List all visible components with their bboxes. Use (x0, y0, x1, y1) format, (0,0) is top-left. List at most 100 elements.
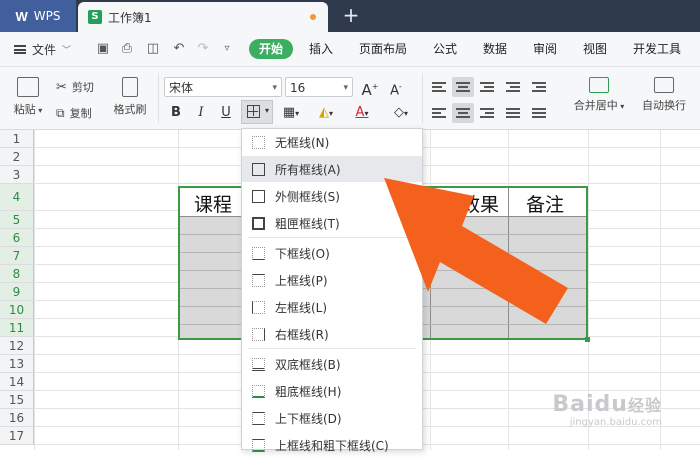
border-option[interactable]: 上框线(P) (242, 267, 422, 293)
header-cell-notes[interactable]: 备注 (526, 190, 564, 217)
header-cell-effect[interactable]: 术效果 (442, 190, 499, 217)
fill-color-icon[interactable]: ◭▾ (312, 103, 340, 123)
save-icon[interactable]: ▣ (94, 40, 112, 58)
fill-handle[interactable] (585, 337, 590, 342)
row-header[interactable]: 8 (0, 265, 34, 283)
document-tab[interactable]: S 工作簿1 (78, 2, 328, 32)
chevron-down-icon: ▾ (264, 106, 269, 115)
row-header[interactable]: 1 (0, 130, 34, 148)
increase-font-icon[interactable]: A+ (360, 77, 380, 99)
font-size-select[interactable]: 16 ▾ (285, 77, 353, 97)
document-title: 工作簿1 (108, 10, 152, 25)
format-painter-button[interactable]: 格式刷 (110, 77, 150, 117)
tab-data[interactable]: 数据 (478, 39, 512, 59)
border-style-icon (252, 273, 265, 287)
tab-developer[interactable]: 开发工具 (628, 39, 686, 59)
fill-pattern-icon[interactable]: ▦▾ (278, 103, 304, 123)
row-header[interactable]: 13 (0, 355, 34, 373)
row-header[interactable]: 7 (0, 247, 34, 265)
print-preview-icon[interactable]: ◫ (144, 40, 162, 58)
justify-icon[interactable] (502, 103, 524, 123)
chevron-down-icon: ﹀ (62, 45, 72, 56)
border-option[interactable]: 下框线(O) (242, 240, 422, 266)
row-header[interactable]: 3 (0, 166, 34, 184)
align-top-icon[interactable] (428, 77, 450, 97)
row-header[interactable]: 10 (0, 301, 34, 319)
border-style-icon (252, 327, 265, 341)
redo-icon[interactable]: ↷ (194, 40, 212, 58)
border-option[interactable]: 所有框线(A) (242, 156, 422, 182)
cut-button[interactable]: ✂ 剪切 (56, 79, 94, 95)
border-option[interactable]: 左框线(L) (242, 294, 422, 320)
align-left-icon[interactable] (428, 103, 450, 123)
print-icon[interactable]: ⎙ (118, 40, 136, 58)
indent-increase-icon[interactable] (528, 77, 550, 97)
align-middle-icon[interactable] (452, 77, 474, 97)
row-header[interactable]: 15 (0, 391, 34, 409)
align-center-icon[interactable] (452, 103, 474, 123)
border-option[interactable]: 上框线和粗下框线(C) (242, 432, 422, 458)
font-size-value: 16 (290, 81, 306, 95)
border-option-label: 上框线和粗下框线(C) (275, 438, 389, 453)
align-bottom-icon[interactable] (476, 77, 498, 97)
tab-formulas[interactable]: 公式 (428, 39, 462, 59)
bold-icon[interactable]: B (166, 103, 186, 123)
border-option[interactable]: 双底框线(B) (242, 351, 422, 377)
menu-divider (248, 348, 416, 349)
title-bar: W WPS S 工作簿1 + (0, 0, 700, 32)
indent-decrease-icon[interactable] (502, 77, 524, 97)
row-header[interactable]: 9 (0, 283, 34, 301)
border-option[interactable]: 上下框线(D) (242, 405, 422, 431)
tab-insert[interactable]: 插入 (304, 39, 338, 59)
row-header[interactable]: 17 (0, 427, 34, 445)
borders-button[interactable]: ▾ (241, 100, 273, 124)
italic-icon[interactable]: I (191, 103, 211, 123)
file-menu[interactable]: 文件 ﹀ (14, 32, 71, 66)
merge-icon (589, 77, 609, 93)
wps-home-tab[interactable]: W WPS (0, 0, 76, 32)
border-option[interactable]: 粗匣框线(T) (242, 210, 422, 236)
align-right-icon[interactable] (476, 103, 498, 123)
border-option[interactable]: 无框线(N) (242, 129, 422, 155)
watermark-url: jingyan.baidu.com (569, 417, 662, 428)
copy-icon: ⧉ (56, 105, 65, 120)
row-header[interactable]: 14 (0, 373, 34, 391)
border-option[interactable]: 外侧框线(S) (242, 183, 422, 209)
underline-icon[interactable]: U (216, 103, 236, 123)
distribute-icon[interactable] (528, 103, 550, 123)
font-name-select[interactable]: 宋体 ▾ (164, 77, 282, 97)
header-cell-course[interactable]: 课程 (194, 190, 232, 217)
wrap-text-button[interactable]: 自动换行 (636, 77, 692, 113)
tab-view[interactable]: 视图 (578, 39, 612, 59)
divider (158, 73, 159, 123)
row-header[interactable]: 5 (0, 211, 34, 229)
new-tab-button[interactable]: + (340, 4, 362, 28)
border-style-icon (252, 246, 265, 260)
undo-icon[interactable]: ↶ (170, 40, 188, 58)
row-header[interactable]: 12 (0, 337, 34, 355)
row-header[interactable]: 6 (0, 229, 34, 247)
tab-review[interactable]: 审阅 (528, 39, 562, 59)
quick-access-more-icon[interactable]: ▿ (218, 40, 236, 58)
copy-button[interactable]: ⧉ 复制 (56, 105, 92, 121)
row-header[interactable]: 4 (0, 184, 34, 211)
font-color-icon[interactable]: A▾ (348, 103, 376, 123)
merge-center-button[interactable]: 合并居中 ▾ (568, 77, 630, 113)
ribbon-toolbar: 粘贴 ▾ ✂ 剪切 ⧉ 复制 格式刷 宋体 ▾ 16 ▾ A+ A- B I U… (0, 67, 700, 130)
border-option[interactable]: 右框线(R) (242, 321, 422, 347)
hamburger-icon (14, 44, 26, 54)
decrease-font-icon[interactable]: A- (386, 77, 406, 98)
row-header[interactable]: 11 (0, 319, 34, 337)
row-header[interactable]: 2 (0, 148, 34, 166)
border-option-label: 粗匣框线(T) (275, 216, 340, 231)
clear-format-icon[interactable]: ◇▾ (386, 103, 416, 123)
border-option-label: 粗底框线(H) (275, 384, 342, 399)
paste-button[interactable]: 粘贴 ▾ (10, 77, 46, 117)
tab-page-layout[interactable]: 页面布局 (355, 39, 411, 59)
tab-home[interactable]: 开始 (249, 39, 293, 59)
border-option[interactable]: 粗底框线(H) (242, 378, 422, 404)
row-header[interactable]: 16 (0, 409, 34, 427)
border-option-label: 无框线(N) (275, 135, 330, 150)
border-option-label: 所有框线(A) (275, 162, 341, 177)
wps-app-name: WPS (33, 9, 61, 23)
